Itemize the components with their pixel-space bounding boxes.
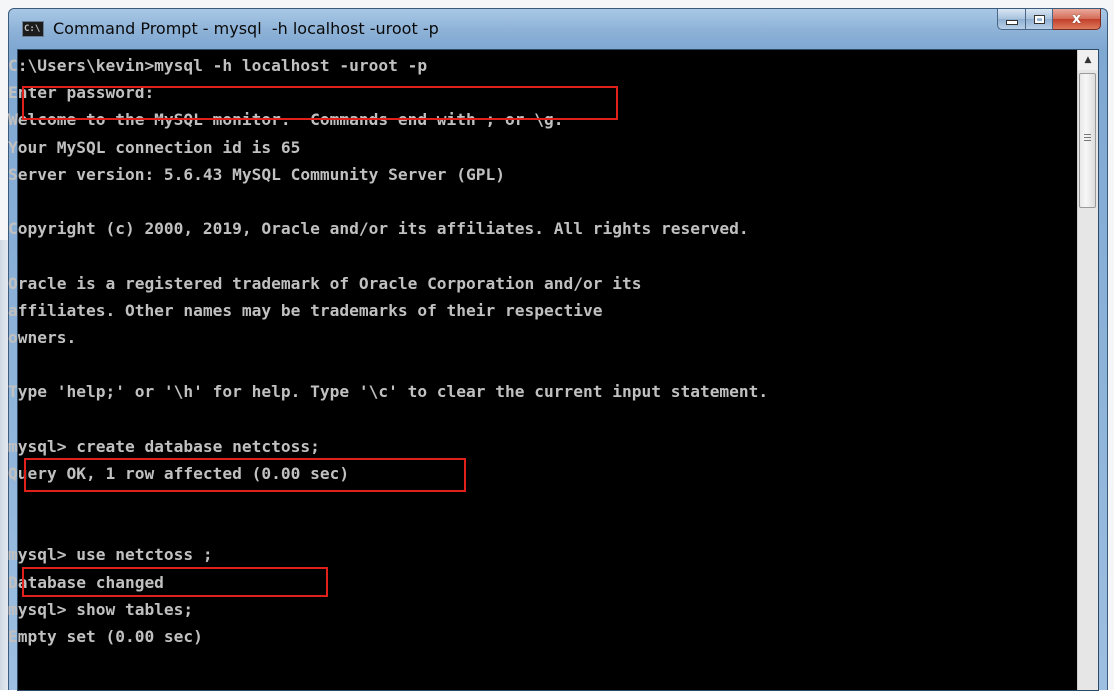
console-line: Enter password: [8, 83, 155, 103]
scroll-up-arrow-icon[interactable]: ▲ [1078, 50, 1098, 70]
console-line: Query OK, 1 row affected (0.00 sec) [8, 463, 350, 483]
console-line: Database changed [8, 572, 164, 592]
console-app-icon[interactable]: C:\ [22, 21, 44, 37]
console-line: Empty set (0.00 sec) [8, 626, 203, 646]
console-line: C:\Users\kevin>mysql -h localhost -uroot… [8, 56, 428, 75]
console-line: Type 'help;' or '\h' for help. Type '\c'… [8, 382, 769, 402]
maximize-icon [1033, 14, 1045, 24]
console-line: Welcome to the MySQL monitor. Commands e… [8, 110, 564, 130]
scrollbar-thumb[interactable] [1079, 73, 1096, 208]
vertical-scrollbar[interactable]: ▲ [1077, 50, 1098, 690]
window-title: Command Prompt - mysql -h localhost -uro… [53, 19, 439, 38]
console-line: mysql> create database netctoss; [8, 436, 320, 456]
console-line: owners. [8, 327, 77, 347]
grip-icon [1084, 134, 1091, 142]
console-text: C:\Users\kevin>mysql -h localhost -uroot… [8, 52, 1058, 650]
console-line: Your MySQL connection id is 65 [8, 137, 301, 157]
maximize-button[interactable] [1026, 9, 1053, 30]
console-line: mysql> show tables; [8, 599, 194, 619]
console-line: Oracle is a registered trademark of Orac… [8, 273, 642, 293]
minimize-button[interactable] [997, 9, 1026, 30]
console-line: mysql> use netctoss ; [8, 545, 213, 565]
close-button[interactable]: x [1053, 9, 1101, 30]
console-line: Copyright (c) 2000, 2019, Oracle and/or … [8, 219, 749, 239]
caption-buttons: x [997, 9, 1101, 31]
title-bar[interactable]: C:\ Command Prompt - mysql -h localhost … [9, 9, 1107, 49]
close-icon: x [1071, 11, 1082, 27]
minimize-icon [1005, 20, 1018, 25]
console-line: affiliates. Other names may be trademark… [8, 300, 603, 320]
console-line: Server version: 5.6.43 MySQL Community S… [8, 164, 506, 184]
